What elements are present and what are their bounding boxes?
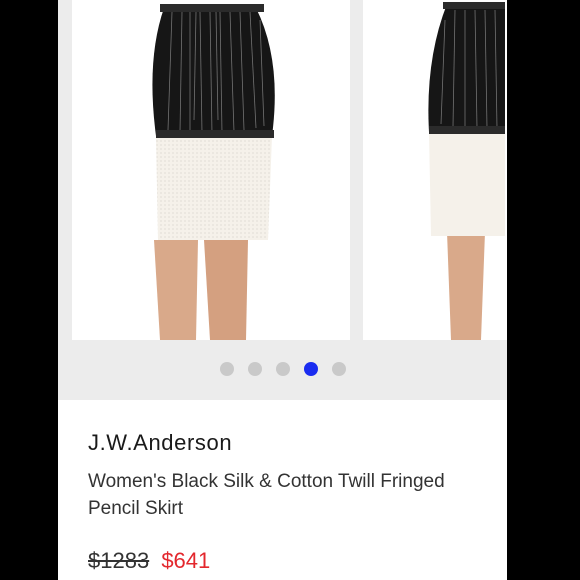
price-row: $1283 $641 [88,548,210,574]
image-carousel[interactable] [58,0,507,400]
product-image-skirt-side[interactable] [363,0,507,340]
skirt-front-photo [72,0,350,340]
original-price: $1283 [88,548,150,573]
brand-name[interactable]: J.W.Anderson [88,430,232,456]
carousel-dot-3[interactable] [275,362,290,376]
carousel-dot-4-active[interactable] [303,362,318,376]
sale-price: $641 [161,548,211,573]
carousel-dot-5[interactable] [331,362,346,376]
carousel-pagination [58,362,507,378]
product-page: J.W.Anderson Women's Black Silk & Cotton… [58,0,507,580]
product-image-skirt-front[interactable] [72,0,350,340]
product-title: Women's Black Silk & Cotton Twill Fringe… [88,471,445,519]
skirt-side-photo [363,0,507,340]
carousel-dot-2[interactable] [247,362,262,376]
carousel-dot-1[interactable] [219,362,234,376]
